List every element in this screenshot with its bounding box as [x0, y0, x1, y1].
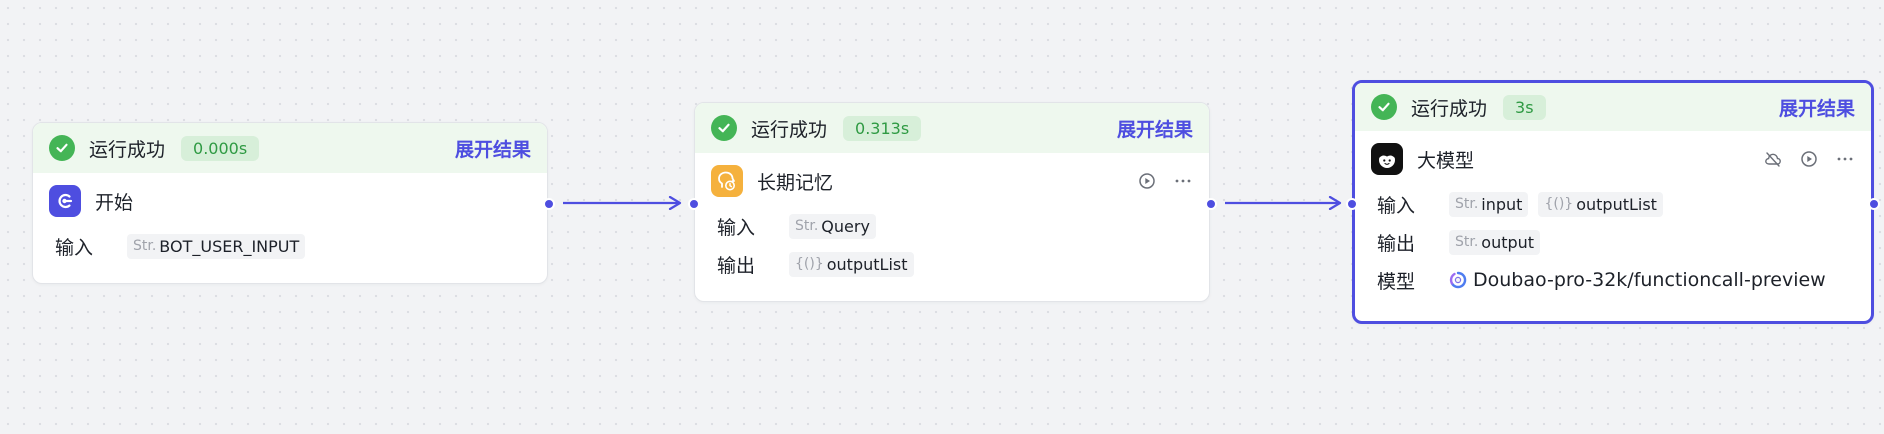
node-header: 大模型	[1355, 131, 1871, 187]
variable-name: outputList	[1576, 194, 1657, 214]
variable-name: output	[1481, 232, 1535, 252]
more-icon[interactable]	[1173, 171, 1193, 191]
duration-badge: 0.313s	[843, 115, 922, 141]
node-title: 长期记忆	[757, 171, 834, 194]
cloud-off-icon[interactable]	[1763, 149, 1783, 169]
input-label: 输入	[55, 236, 94, 259]
output-row: 输出 Str. output	[1355, 223, 1871, 261]
variable-tag: Str. input	[1449, 191, 1529, 217]
node-actions	[1763, 149, 1855, 169]
output-label: 输出	[717, 254, 756, 277]
type-label: Str.	[795, 218, 819, 234]
input-port[interactable]	[688, 198, 700, 210]
output-port[interactable]	[543, 198, 555, 210]
variable-tag: Str. output	[1449, 229, 1541, 255]
expand-results-link[interactable]: 展开结果	[455, 135, 531, 162]
llm-node[interactable]: 运行成功 3s 展开结果 大模型 输入 Str. input {()} outp…	[1346, 80, 1880, 324]
input-port[interactable]	[1346, 198, 1358, 210]
input-label: 输入	[717, 216, 756, 239]
success-check-icon	[49, 135, 75, 161]
status-bar: 运行成功 0.313s 展开结果	[695, 103, 1209, 153]
variable-name: BOT_USER_INPUT	[159, 236, 300, 256]
type-label: {()}	[1544, 196, 1574, 212]
duration-badge: 0.000s	[181, 135, 260, 161]
expand-results-link[interactable]: 展开结果	[1117, 115, 1193, 142]
model-label: 模型	[1377, 270, 1416, 293]
node-title: 开始	[95, 191, 134, 214]
type-label: Str.	[1455, 234, 1479, 250]
more-icon[interactable]	[1835, 149, 1855, 169]
input-row: 输入 Str. Query	[695, 207, 1209, 245]
input-row: 输入 Str. BOT_USER_INPUT	[33, 227, 547, 265]
run-icon[interactable]	[1799, 149, 1819, 169]
model-row: 模型 Doubao-pro-32k/functioncall-preview	[1355, 261, 1871, 299]
success-check-icon	[1371, 94, 1397, 120]
model-value: Doubao-pro-32k/functioncall-preview	[1449, 269, 1826, 291]
success-check-icon	[711, 115, 737, 141]
variable-name: Query	[821, 216, 870, 236]
variable-tag: Str. BOT_USER_INPUT	[127, 233, 306, 259]
long-term-memory-icon	[711, 165, 743, 197]
variable-name: outputList	[826, 254, 908, 274]
status-bar: 运行成功 3s 展开结果	[1355, 83, 1871, 131]
start-icon	[49, 185, 81, 217]
node-header: 开始	[33, 173, 547, 229]
expand-results-link[interactable]: 展开结果	[1779, 94, 1855, 121]
variable-tag: Str. Query	[789, 213, 876, 239]
output-port[interactable]	[1868, 198, 1880, 210]
status-text: 运行成功	[1411, 97, 1488, 120]
start-node[interactable]: 运行成功 0.000s 展开结果 开始 输入 Str. BOT_USER_INP…	[32, 122, 555, 284]
model-name: Doubao-pro-32k/functioncall-preview	[1473, 269, 1826, 291]
output-row: 输出 {()} outputList	[695, 245, 1209, 283]
output-label: 输出	[1377, 232, 1416, 255]
input-label: 输入	[1377, 194, 1416, 217]
type-label: Str.	[133, 238, 157, 254]
run-icon[interactable]	[1137, 171, 1157, 191]
type-label: Str.	[1455, 196, 1479, 212]
long-term-memory-node[interactable]: 运行成功 0.313s 展开结果 长期记忆 输入 Str. Query 输出 {…	[688, 102, 1217, 302]
output-port[interactable]	[1205, 198, 1217, 210]
doubao-logo-icon	[1449, 271, 1467, 289]
node-header: 长期记忆	[695, 153, 1209, 209]
variable-name: input	[1481, 194, 1523, 214]
variable-tag: {()} outputList	[789, 251, 914, 277]
duration-badge: 3s	[1503, 94, 1546, 120]
node-title: 大模型	[1417, 149, 1475, 172]
status-bar: 运行成功 0.000s 展开结果	[33, 123, 547, 173]
node-actions	[1137, 171, 1193, 191]
status-text: 运行成功	[751, 118, 828, 141]
input-row: 输入 Str. input {()} outputList	[1355, 185, 1871, 223]
status-text: 运行成功	[89, 138, 166, 161]
llm-icon	[1371, 143, 1403, 175]
variable-tag: {()} outputList	[1538, 191, 1663, 217]
type-label: {()}	[795, 256, 824, 272]
